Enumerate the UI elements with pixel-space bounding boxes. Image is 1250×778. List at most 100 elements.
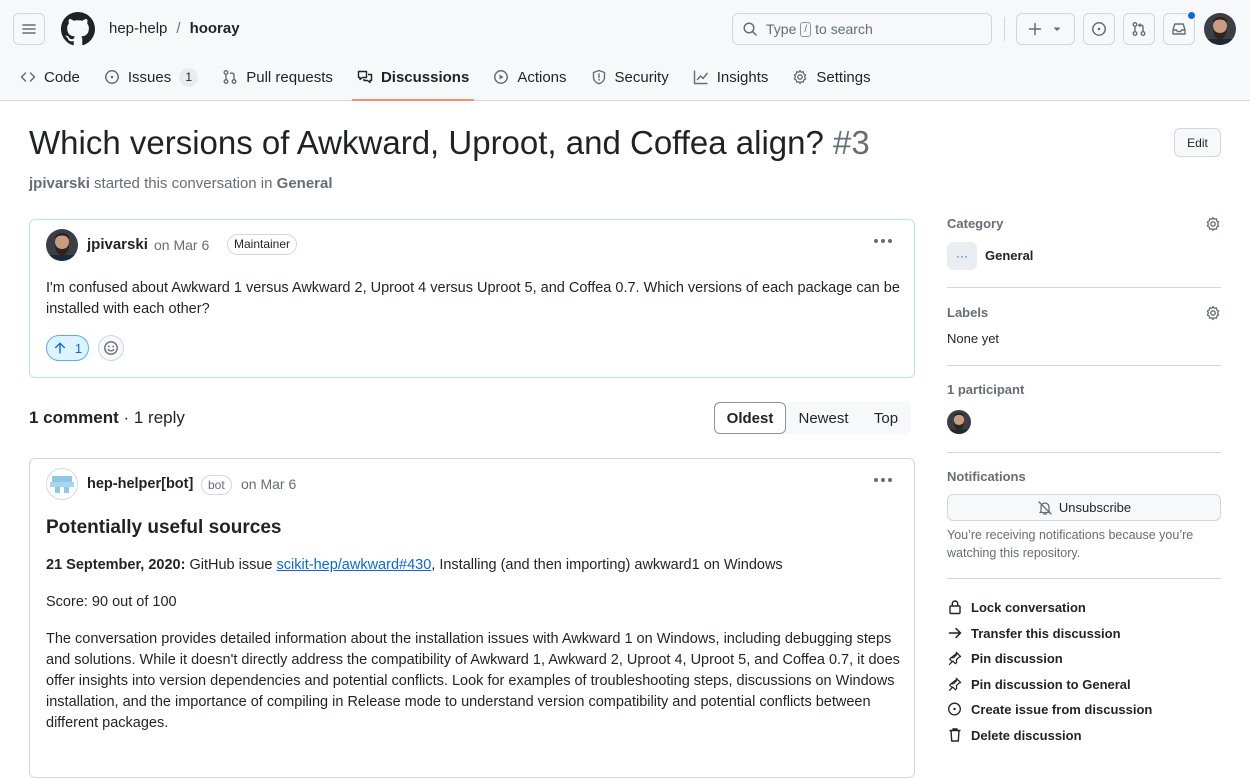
pull-requests-button[interactable] xyxy=(1123,13,1155,45)
search-placeholder-suffix: to search xyxy=(815,21,873,37)
sidebar-divider xyxy=(947,578,1221,579)
source-score: Score: 90 out of 100 xyxy=(46,594,177,610)
tab-label: Discussions xyxy=(380,68,470,86)
user-avatar[interactable] xyxy=(1204,13,1236,45)
repo-link[interactable]: hooray xyxy=(190,19,240,39)
kebab-horizontal-icon[interactable] xyxy=(874,238,892,244)
triangle-down-icon xyxy=(1053,27,1060,31)
repo-header: hep-help / hooray Type / to search Code xyxy=(0,0,1250,101)
search-input[interactable]: Type / to search xyxy=(732,13,992,45)
tab-label: Insights xyxy=(716,68,769,86)
starter-link[interactable]: jpivarski xyxy=(29,175,90,192)
tab-insights[interactable]: Insights xyxy=(693,59,769,95)
sidebar-category: Category xyxy=(947,216,1221,232)
sidebar-participants: 1 participant xyxy=(947,382,1221,397)
discussion-title: Which versions of Awkward, Uproot, and C… xyxy=(29,124,824,161)
category-link[interactable]: General xyxy=(277,175,333,192)
upvote-count: 1 xyxy=(74,340,83,356)
lock-conversation-link[interactable]: Lock conversation xyxy=(947,599,1086,615)
tab-issues[interactable]: Issues 1 xyxy=(104,59,199,95)
bot-avatar[interactable] xyxy=(46,468,78,500)
pin-to-category-link[interactable]: Pin discussion to General xyxy=(947,676,1131,692)
source-issue-link[interactable]: scikit-hep/awkward#430 xyxy=(277,557,432,573)
source-date: 21 September, 2020: xyxy=(46,557,186,573)
tab-code[interactable]: Code xyxy=(20,59,80,95)
sidebar-divider xyxy=(947,287,1221,288)
tab-pull-requests[interactable]: Pull requests xyxy=(222,59,333,95)
hamburger-icon xyxy=(22,24,36,34)
issues-counter: 1 xyxy=(179,67,199,87)
add-reaction-button[interactable] xyxy=(98,335,124,361)
page-title: Which versions of Awkward, Uproot, and C… xyxy=(29,122,870,164)
sidebar-notifications: Notifications xyxy=(947,469,1221,484)
sort-top-button[interactable]: Top xyxy=(861,402,911,434)
replies-count: · 1 reply xyxy=(118,408,185,427)
github-logo-icon[interactable] xyxy=(61,12,95,46)
source-prefix: GitHub issue xyxy=(185,557,277,573)
shield-icon xyxy=(592,69,605,85)
unsubscribe-button[interactable]: Unsubscribe xyxy=(947,494,1221,521)
action-label: Pin discussion xyxy=(971,650,1063,666)
discussion-post: jpivarski on Mar 6 Maintainer I'm confus… xyxy=(29,219,915,378)
menu-button[interactable] xyxy=(13,13,45,45)
comment-author[interactable]: hep-helper[bot] xyxy=(87,476,193,492)
pull-request-icon xyxy=(1132,22,1146,36)
inbox-icon xyxy=(1172,23,1186,35)
maintainer-badge: Maintainer xyxy=(227,234,298,255)
create-new-button[interactable] xyxy=(1016,13,1075,45)
create-issue-link[interactable]: Create issue from discussion xyxy=(947,701,1152,717)
upvote-button[interactable]: 1 xyxy=(46,335,89,361)
tab-discussions[interactable]: Discussions xyxy=(351,59,475,101)
post-date[interactable]: on Mar 6 xyxy=(154,237,209,253)
bell-slash-icon xyxy=(1038,500,1052,515)
discussion-number: #3 xyxy=(833,124,870,161)
delete-discussion-link[interactable]: Delete discussion xyxy=(947,727,1082,743)
source-summary: The conversation provides detailed infor… xyxy=(46,631,900,731)
category-heading: Category xyxy=(947,216,1004,231)
transfer-discussion-link[interactable]: Transfer this discussion xyxy=(947,625,1121,641)
issue-opened-icon xyxy=(1092,22,1106,36)
labels-value: None yet xyxy=(947,331,1000,346)
sidebar-labels: Labels xyxy=(947,305,1221,321)
tab-actions[interactable]: Actions xyxy=(493,59,567,95)
tab-settings[interactable]: Settings xyxy=(792,59,871,95)
action-label: Lock conversation xyxy=(971,599,1086,615)
bot-badge: bot xyxy=(201,475,232,495)
kebab-horizontal-icon[interactable] xyxy=(874,477,892,483)
arrow-right-icon xyxy=(948,627,961,639)
category-emoji: ··· xyxy=(947,242,977,270)
notifications-heading: Notifications xyxy=(947,469,1026,484)
sort-newest-button[interactable]: Newest xyxy=(786,402,861,434)
pin-discussion-link[interactable]: Pin discussion xyxy=(947,650,1063,666)
pull-request-icon xyxy=(223,70,237,84)
repo-tabs: Code Issues 1 Pull requests Discussions … xyxy=(20,59,895,101)
sort-oldest-button[interactable]: Oldest xyxy=(714,402,786,434)
action-label: Create issue from discussion xyxy=(971,701,1153,717)
smiley-icon xyxy=(104,341,118,355)
pin-icon xyxy=(948,651,962,666)
tab-label: Security xyxy=(614,68,669,86)
action-label: Transfer this discussion xyxy=(971,625,1121,641)
tab-security[interactable]: Security xyxy=(591,59,669,95)
edit-title-button[interactable]: Edit xyxy=(1174,128,1221,157)
arrow-up-icon xyxy=(54,342,65,354)
issues-button[interactable] xyxy=(1083,13,1115,45)
source-suffix: , Installing (and then importing) awkwar… xyxy=(431,557,783,573)
header-divider xyxy=(1004,17,1005,41)
tab-label: Code xyxy=(44,68,80,86)
lock-icon xyxy=(948,600,961,615)
gear-icon[interactable] xyxy=(1205,305,1221,321)
author-avatar[interactable] xyxy=(46,229,78,261)
comment-date[interactable]: on Mar 6 xyxy=(241,476,296,492)
unread-notification-dot xyxy=(1187,11,1196,20)
category-value[interactable]: General xyxy=(985,248,1185,263)
notification-reason: You’re receiving notifications because y… xyxy=(947,528,1194,560)
trash-icon xyxy=(949,728,960,742)
owner-link[interactable]: hep-help xyxy=(109,19,167,39)
gear-icon[interactable] xyxy=(1205,216,1221,232)
started-text: started this conversation in xyxy=(94,175,273,192)
sidebar-divider xyxy=(947,452,1221,453)
participant-avatar[interactable] xyxy=(947,410,971,434)
post-author[interactable]: jpivarski xyxy=(87,236,148,253)
breadcrumb: hep-help / hooray xyxy=(109,19,240,39)
